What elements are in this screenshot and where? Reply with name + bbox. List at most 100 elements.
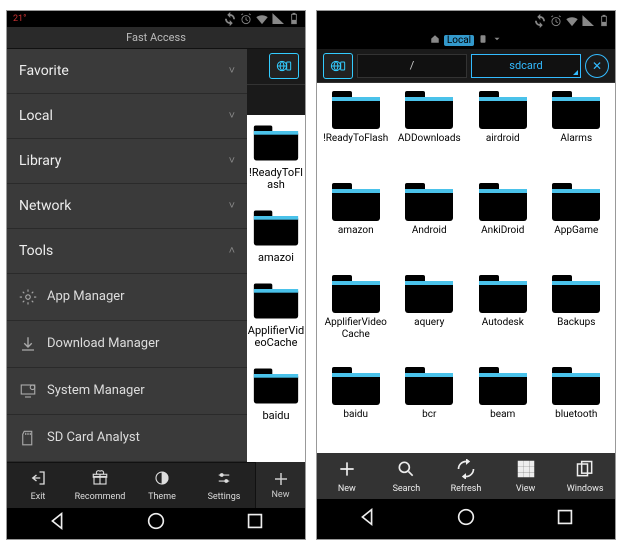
- nav-back[interactable]: [46, 510, 68, 536]
- tool-system-manager[interactable]: System Manager: [7, 368, 247, 415]
- tool-label: System Manager: [47, 383, 145, 398]
- folder-item[interactable]: beam: [466, 365, 540, 453]
- button-label: Search: [393, 484, 421, 494]
- sidebar-category-tools[interactable]: Tools˄: [7, 229, 247, 274]
- background-file-view: !ReadyToFlashamazoiApplifierVideoCacheba…: [247, 49, 305, 462]
- button-label: Settings: [208, 492, 241, 502]
- sd-icon: [19, 429, 37, 447]
- new-button[interactable]: New: [317, 453, 377, 499]
- new-button[interactable]: New: [255, 462, 305, 508]
- sidebar: Favorite˅Local˅ Library ˅ Network˅Tools˄App…: [7, 49, 247, 462]
- view-button[interactable]: View: [496, 453, 556, 499]
- button-label: Recommend: [75, 492, 126, 502]
- sidebar-category-network[interactable]: Network˅: [7, 184, 247, 229]
- path-bar: / sdcard ✕: [317, 49, 615, 83]
- windows-button[interactable]: Windows: [555, 453, 615, 499]
- folder-icon: [477, 181, 529, 223]
- folder-item[interactable]: ADDownloads: [393, 89, 467, 181]
- folder-label: amazon: [338, 225, 374, 237]
- folder-icon: [403, 89, 455, 131]
- folder-icon: [403, 273, 455, 315]
- nav-home[interactable]: [455, 506, 477, 532]
- folder-item[interactable]: !ReadyToFlash: [319, 89, 393, 181]
- tool-download-manager[interactable]: Download Manager: [7, 321, 247, 368]
- folder-label: bluetooth: [555, 409, 597, 421]
- nav-recent[interactable]: [244, 510, 266, 536]
- folder-item[interactable]: Android: [393, 181, 467, 273]
- button-label: View: [516, 484, 535, 494]
- folder-item[interactable]: Alarms: [540, 89, 614, 181]
- folder-icon: [252, 366, 300, 406]
- folder-item[interactable]: Autodesk: [466, 273, 540, 365]
- folder-item[interactable]: AppGame: [540, 181, 614, 273]
- category-label: Library: [19, 153, 61, 169]
- folder-label: Backups: [557, 317, 595, 329]
- globe-tab[interactable]: [269, 53, 299, 79]
- new-label: New: [272, 490, 290, 500]
- folder-item[interactable]: bluetooth: [540, 365, 614, 453]
- folder-item[interactable]: !ReadyToFlash: [247, 115, 305, 200]
- folder-item[interactable]: baidu: [247, 358, 305, 431]
- wifi-icon: [255, 12, 269, 26]
- button-label: Theme: [148, 492, 176, 502]
- chevron-down-icon: ˅: [229, 154, 235, 167]
- status-bar: [317, 11, 615, 31]
- tool-app-manager[interactable]: App Manager: [7, 274, 247, 321]
- tool-sd-card-analyst[interactable]: SD Card Analyst: [7, 415, 247, 462]
- theme-button[interactable]: Theme: [131, 463, 193, 508]
- refresh-button[interactable]: Refresh: [436, 453, 496, 499]
- gear-icon: [19, 288, 37, 306]
- sidebar-category-library[interactable]: Library ˅: [7, 139, 247, 184]
- globe-tab[interactable]: [323, 53, 353, 79]
- exit-button[interactable]: Exit: [7, 463, 69, 508]
- home-icon: [430, 34, 440, 47]
- sidebar-category-local[interactable]: Local˅: [7, 94, 247, 139]
- signal-icon: [271, 12, 285, 26]
- folder-label: ApplifierVideoCache: [322, 317, 390, 340]
- folder-label: Android: [412, 225, 447, 237]
- folder-item[interactable]: AnkiDroid: [466, 181, 540, 273]
- location-chip[interactable]: Local: [444, 35, 474, 46]
- sidebar-category-favorite[interactable]: Favorite˅: [7, 49, 247, 94]
- folder-icon: [252, 208, 300, 248]
- folder-label: baidu: [343, 409, 368, 421]
- tool-label: SD Card Analyst: [47, 430, 140, 445]
- folder-grid: !ReadyToFlashADDownloadsairdroidAlarms am…: [317, 83, 615, 453]
- nav-home[interactable]: [145, 510, 167, 536]
- folder-item[interactable]: baidu: [319, 365, 393, 453]
- alarm-icon: [549, 14, 563, 28]
- folder-label: bcr: [422, 409, 436, 421]
- folder-icon: [330, 273, 382, 315]
- folder-item[interactable]: ApplifierVideoCache: [247, 273, 305, 358]
- phone-left: 21° Fast Access Favorite˅Local˅Library˅N…: [6, 10, 306, 540]
- button-label: Exit: [31, 492, 46, 502]
- battery-icon: [597, 14, 611, 28]
- location-strip: Local: [317, 31, 615, 49]
- settings-button[interactable]: Settings: [193, 463, 255, 508]
- folder-item[interactable]: aquery: [393, 273, 467, 365]
- chevron-down-icon: ˅: [229, 64, 235, 77]
- folder-icon: [477, 365, 529, 407]
- recommend-button[interactable]: Recommend: [69, 463, 131, 508]
- folder-item[interactable]: airdroid: [466, 89, 540, 181]
- nav-back[interactable]: [356, 506, 378, 532]
- monitor-icon: [19, 382, 37, 400]
- close-tab-button[interactable]: ✕: [585, 54, 609, 78]
- wifi-icon: [565, 14, 579, 28]
- button-label: Refresh: [451, 484, 482, 494]
- sync-icon: [533, 14, 547, 28]
- path-root[interactable]: /: [357, 54, 467, 78]
- folder-item[interactable]: Backups: [540, 273, 614, 365]
- alarm-icon: [239, 12, 253, 26]
- nav-recent[interactable]: [554, 506, 576, 532]
- path-current[interactable]: sdcard: [471, 54, 581, 78]
- folder-item[interactable]: bcr: [393, 365, 467, 453]
- button-label: New: [338, 484, 356, 494]
- folder-item[interactable]: amazoi: [247, 200, 305, 273]
- folder-item[interactable]: amazon: [319, 181, 393, 273]
- search-button[interactable]: Search: [377, 453, 437, 499]
- android-nav-bar: [317, 499, 615, 539]
- exit-icon: [29, 469, 47, 490]
- sliders-icon: [215, 469, 233, 490]
- folder-item[interactable]: ApplifierVideoCache: [319, 273, 393, 365]
